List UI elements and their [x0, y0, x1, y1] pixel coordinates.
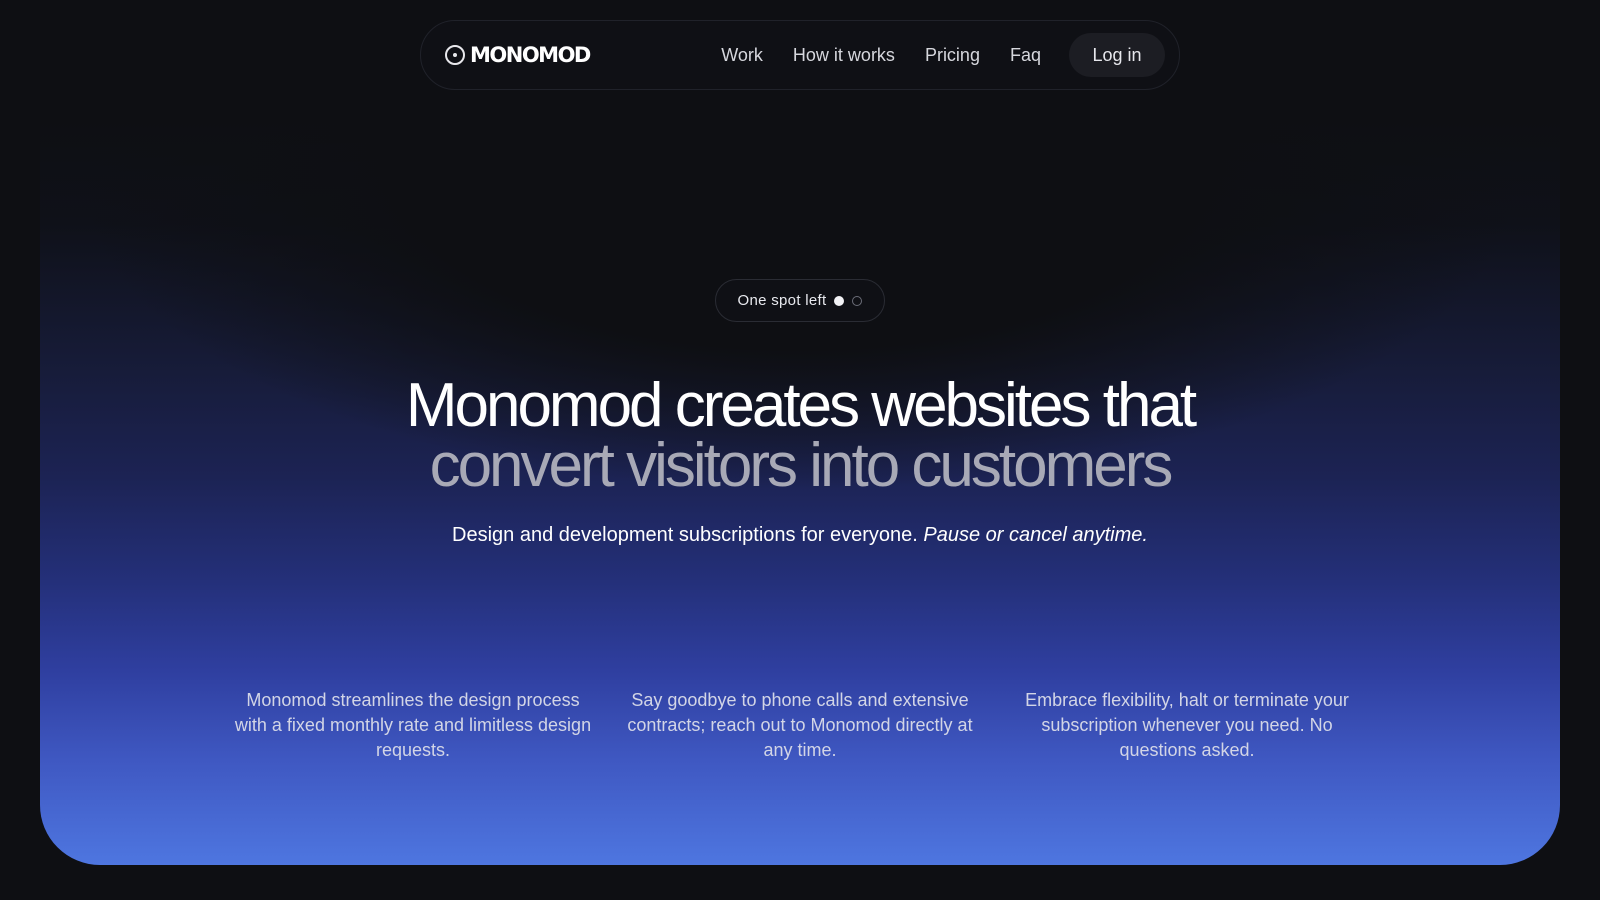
subheadline-italic: Pause or cancel anytime. [923, 524, 1148, 546]
headline-primary: Monomod creates websites that [405, 371, 1197, 440]
empty-dot-icon [852, 295, 863, 306]
hero-headline: Monomod creates websites that convert vi… [0, 375, 1600, 497]
headline-secondary: convert visitors into customers [429, 431, 1174, 500]
nav-link-how-it-works[interactable]: How it works [793, 45, 895, 66]
nav-link-pricing[interactable]: Pricing [925, 45, 980, 66]
brand-name: MONOMOD [470, 43, 591, 67]
login-button[interactable]: Log in [1069, 33, 1165, 77]
nav-link-work[interactable]: Work [721, 45, 763, 66]
brand-logo[interactable]: MONOMOD [445, 43, 591, 67]
feature-direct-contact: Say goodbye to phone calls and extensive… [627, 690, 973, 760]
filled-dot-icon [834, 295, 845, 306]
nav-link-faq[interactable]: Faq [1010, 45, 1041, 66]
logo-center-dot [453, 53, 457, 57]
top-navbar: MONOMOD Work How it works Pricing Faq Lo… [420, 20, 1180, 90]
feature-fixed-rate: Monomod streamlines the design process w… [234, 690, 592, 760]
nav-links: Work How it works Pricing Faq [721, 45, 1041, 66]
subheadline-main: Design and development subscriptions for… [452, 524, 924, 546]
hero-subheadline: Design and development subscriptions for… [0, 524, 1600, 547]
logo-circle-icon [445, 45, 465, 65]
feature-flexibility: Embrace flexibility, halt or terminate y… [1025, 690, 1349, 760]
availability-badge: One spot left [715, 279, 885, 322]
availability-text: One spot left [737, 292, 827, 309]
